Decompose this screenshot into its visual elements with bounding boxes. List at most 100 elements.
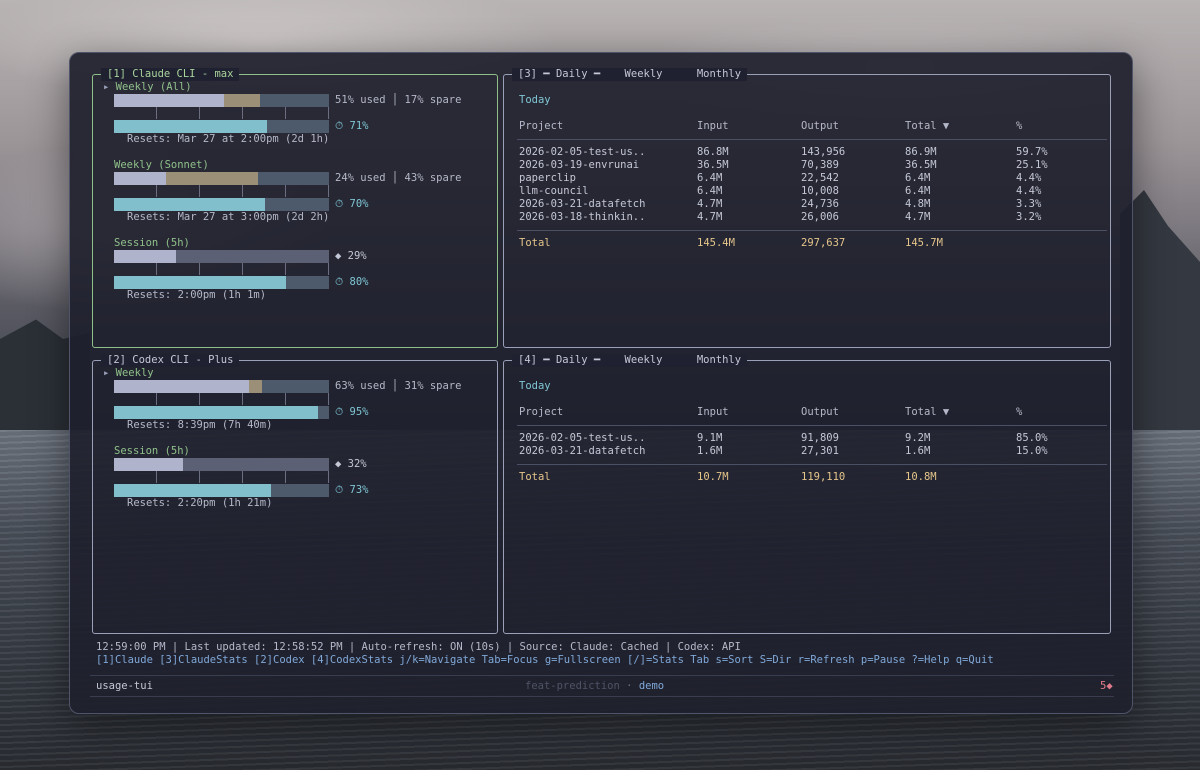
row-output: 10,008: [801, 185, 839, 197]
table-row[interactable]: paperclip 6.4M 22,542 6.4M 4.4%: [519, 172, 1099, 185]
row-percent: 15.0%: [1016, 445, 1048, 457]
tmux-session-name: usage-tui: [96, 680, 153, 692]
weekly-all-used-fill: [114, 94, 224, 107]
weekly-sonnet-tick-row: [114, 185, 329, 197]
total-total: 145.7M: [905, 237, 943, 249]
weekly-sonnet-resets: Resets: Mar 27 at 3:00pm (2d 2h): [127, 211, 330, 223]
claude-session-prediction-percent: 80%: [349, 276, 369, 288]
row-project: 2026-02-05-test-us..: [519, 146, 646, 158]
row-project: paperclip: [519, 172, 576, 184]
col-input-header[interactable]: Input: [697, 120, 729, 133]
col-total-header[interactable]: Total ▼: [905, 120, 949, 133]
table-row[interactable]: 2026-03-18-thinkin.. 4.7M 26,006 4.7M 3.2%: [519, 211, 1099, 224]
codex-weekly-heading: ▸ Weekly: [103, 367, 154, 380]
row-project: llm-council: [519, 185, 589, 197]
row-input: 4.7M: [697, 198, 723, 210]
table-row[interactable]: 2026-03-21-datafetch 4.7M 24,736 4.8M 3.3%: [519, 198, 1099, 211]
row-percent: 85.0%: [1016, 432, 1048, 444]
row-input: 36.5M: [697, 159, 729, 171]
codex-weekly-resets: Resets: 8:39pm (7h 40m): [127, 419, 273, 431]
codex-weekly-prediction-bar: [114, 406, 329, 419]
col-percent-header[interactable]: %: [1016, 406, 1022, 419]
row-percent: 3.3%: [1016, 198, 1042, 210]
weekly-sonnet-prediction-percent: 70%: [349, 198, 369, 210]
claude-session-prediction: ⏱ 80%: [335, 276, 369, 289]
row-input: 6.4M: [697, 172, 723, 184]
weekly-all-tick-row: [114, 107, 329, 119]
claude-session-tick-row: [114, 263, 329, 275]
table-row[interactable]: llm-council 6.4M 10,008 6.4M 4.4%: [519, 185, 1099, 198]
row-percent: 4.4%: [1016, 185, 1042, 197]
table-row[interactable]: 2026-02-05-test-us.. 9.1M 91,809 9.2M 85.0%: [519, 432, 1099, 445]
col-total-header[interactable]: Total ▼: [905, 406, 949, 419]
codex-session-tick-row: [114, 471, 329, 483]
weekly-all-resets: Resets: Mar 27 at 2:00pm (2d 1h): [127, 133, 330, 145]
tab-daily[interactable]: Daily: [556, 68, 588, 80]
row-total: 4.8M: [905, 198, 931, 210]
weekly-all-prediction-percent: 71%: [349, 120, 369, 132]
claude-stats-total-row: Total 145.4M 297,637 145.7M: [519, 237, 1099, 250]
row-output: 24,736: [801, 198, 839, 210]
tab-weekly[interactable]: Weekly: [625, 68, 663, 80]
tab-monthly[interactable]: Monthly: [697, 68, 741, 80]
row-total: 4.7M: [905, 211, 931, 223]
total-divider: [517, 230, 1107, 231]
table-row[interactable]: 2026-03-19-envrunai 36.5M 70,389 36.5M 25.1%: [519, 159, 1099, 172]
codex-weekly-prediction-percent: 95%: [349, 406, 369, 418]
row-output: 91,809: [801, 432, 839, 444]
claude-stats-panel[interactable]: [3] ━ Daily ━ Weekly Monthly Today Proje…: [503, 68, 1111, 348]
weekly-all-prediction-bar: [114, 120, 329, 133]
clock-icon: ⏱: [335, 276, 344, 288]
table-row[interactable]: 2026-03-21-datafetch 1.6M 27,301 1.6M 15.0%: [519, 445, 1099, 458]
codex-weekly-usage-bar: [114, 380, 329, 393]
clock-icon: ⏱: [335, 120, 344, 132]
codex-panel[interactable]: [2] Codex CLI - Plus ▸ Weekly 63% used │…: [92, 354, 498, 634]
claude-stats-period: Today: [519, 94, 551, 106]
row-total: 9.2M: [905, 432, 931, 444]
total-input: 10.7M: [697, 471, 729, 483]
weekly-sonnet-spare-fill: [165, 172, 259, 185]
col-input-header[interactable]: Input: [697, 406, 729, 419]
tmux-branch[interactable]: feat-prediction: [525, 680, 620, 692]
total-label: Total: [519, 471, 551, 483]
row-total: 86.9M: [905, 146, 937, 158]
claude-session-prediction-fill: [114, 276, 286, 289]
arrow-icon: ▸: [103, 367, 110, 379]
terminal-window: [1] Claude CLI - max ▸ Weekly (All) 51% …: [69, 52, 1133, 714]
diamond-icon: ◆: [335, 250, 342, 262]
col-output-header[interactable]: Output: [801, 406, 839, 419]
weekly-sonnet-prediction-bar: [114, 198, 329, 211]
tab-daily[interactable]: Daily: [556, 354, 588, 366]
row-percent: 25.1%: [1016, 159, 1048, 171]
row-percent: 4.4%: [1016, 172, 1042, 184]
tmux-indicator: 5◆: [1100, 680, 1113, 692]
col-project-header[interactable]: Project: [519, 406, 563, 419]
codex-session-used-fill: [114, 458, 183, 471]
total-label: Total: [519, 237, 551, 249]
weekly-all-prediction: ⏱ 71%: [335, 120, 369, 133]
row-project: 2026-03-21-datafetch: [519, 445, 646, 457]
claude-panel[interactable]: [1] Claude CLI - max ▸ Weekly (All) 51% …: [92, 68, 498, 348]
claude-panel-title: [1] Claude CLI - max: [101, 68, 240, 81]
tmux-window-demo[interactable]: demo: [639, 680, 664, 692]
codex-weekly-prediction-fill: [114, 406, 319, 419]
table-row[interactable]: 2026-02-05-test-us.. 86.8M 143,956 86.9M 59.…: [519, 146, 1099, 159]
weekly-all-heading: ▸ Weekly (All): [103, 81, 192, 94]
weekly-all-prediction-fill: [114, 120, 267, 133]
claude-session-used-summary: ◆ 29%: [335, 250, 367, 263]
tab-weekly[interactable]: Weekly: [625, 354, 663, 366]
codex-stats-panel[interactable]: [4] ━ Daily ━ Weekly Monthly Today Proje…: [503, 354, 1111, 634]
weekly-all-used-summary: 51% used │ 17% spare: [335, 94, 462, 106]
codex-session-used-text: 32%: [347, 458, 367, 470]
col-output-header[interactable]: Output: [801, 120, 839, 133]
tmux-separator: ·: [626, 680, 633, 692]
claude-session-usage-bar: [114, 250, 329, 263]
claude-session-prediction-bar: [114, 276, 329, 289]
tab-monthly[interactable]: Monthly: [697, 354, 741, 366]
row-output: 143,956: [801, 146, 846, 158]
clock-icon: ⏱: [335, 198, 344, 210]
weekly-sonnet-prediction: ⏱ 70%: [335, 198, 369, 211]
col-project-header[interactable]: Project: [519, 120, 563, 133]
row-total: 36.5M: [905, 159, 937, 171]
col-percent-header[interactable]: %: [1016, 120, 1022, 133]
